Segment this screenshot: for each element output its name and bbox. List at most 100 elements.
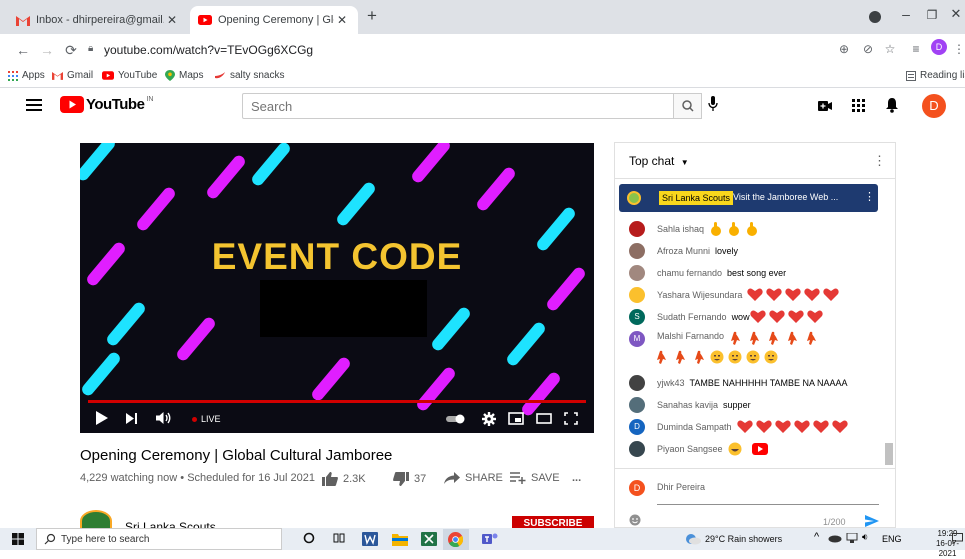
- apps-grid-icon[interactable]: [852, 99, 865, 112]
- youtube-play-logo-icon: [60, 96, 84, 113]
- account-avatar[interactable]: D: [922, 94, 946, 118]
- file-explorer-icon[interactable]: [392, 532, 408, 546]
- close-tab-icon[interactable]: ✕: [334, 13, 350, 27]
- theater-mode-icon[interactable]: [536, 413, 552, 424]
- chat-scrollbar[interactable]: [885, 443, 893, 465]
- chevron-up-icon[interactable]: ^: [814, 531, 819, 543]
- tab-title: Inbox - dhirpereira@gmail.com -: [36, 14, 164, 26]
- chrome-taskbar-button[interactable]: [443, 529, 469, 550]
- chat-avatar: [629, 397, 645, 413]
- weather-text[interactable]: 29°C Rain showers: [705, 534, 782, 544]
- task-view-icon[interactable]: [333, 532, 345, 544]
- decorative-stripe: [504, 320, 548, 368]
- channel-row: Sri Lanka Scouts SUBSCRIBE: [80, 510, 600, 534]
- word-icon[interactable]: [362, 532, 378, 546]
- bookmark-label: Gmail: [67, 70, 94, 81]
- chat-message: D Duminda Sampath: [629, 419, 879, 435]
- heart-emoji-icon: [747, 288, 843, 302]
- taskbar-search[interactable]: Type here to search: [36, 528, 282, 550]
- notification-center-icon[interactable]: [952, 533, 963, 544]
- live-label: LIVE: [201, 414, 221, 424]
- reading-mode-icon[interactable]: ≡: [908, 42, 924, 56]
- minimize-button[interactable]: –: [896, 6, 916, 22]
- bookmark-star-icon[interactable]: ☆: [882, 42, 898, 56]
- bookmark-gmail[interactable]: Gmail: [52, 70, 93, 81]
- chat-avatar: S: [629, 309, 645, 325]
- chat-input[interactable]: [657, 504, 879, 505]
- volume-icon[interactable]: [156, 411, 172, 425]
- onedrive-icon[interactable]: [828, 533, 842, 543]
- bookmark-salty-snacks[interactable]: salty snacks: [214, 70, 284, 81]
- pinned-text: Visit the Jamboree Web ...: [733, 192, 839, 202]
- close-tab-icon[interactable]: ✕: [164, 13, 180, 27]
- bookmark-maps[interactable]: Maps: [165, 70, 203, 81]
- cortana-icon[interactable]: [303, 532, 315, 544]
- next-icon[interactable]: [126, 413, 138, 424]
- miniplayer-icon[interactable]: [508, 412, 524, 425]
- address-bar[interactable]: 🔒︎ youtube.com/watch?v=TEvOGg6XCGg: [88, 38, 825, 62]
- share-button[interactable]: SHARE: [444, 472, 503, 484]
- install-icon[interactable]: ⊕: [836, 42, 852, 56]
- pinned-menu-icon[interactable]: ⋮: [864, 190, 875, 203]
- hamburger-menu-icon[interactable]: [26, 99, 42, 111]
- like-button[interactable]: 2.3K: [322, 472, 366, 486]
- create-video-icon[interactable]: [818, 101, 832, 111]
- language-indicator[interactable]: ENG: [882, 534, 902, 544]
- notifications-bell-icon[interactable]: [886, 98, 898, 113]
- decorative-stripe: [80, 143, 118, 183]
- media-control-icon[interactable]: [869, 11, 881, 23]
- new-tab-button[interactable]: +: [362, 6, 382, 26]
- chat-menu-icon[interactable]: ⋮: [873, 153, 886, 169]
- chat-message: chamu fernando best song ever: [629, 265, 879, 281]
- settings-gear-icon[interactable]: [482, 412, 496, 426]
- progress-bar[interactable]: [88, 400, 586, 403]
- autoplay-toggle-icon[interactable]: [446, 414, 466, 424]
- tab-gmail[interactable]: Inbox - dhirpereira@gmail.com - ✕: [8, 6, 188, 34]
- search-input[interactable]: [243, 94, 673, 118]
- reload-button[interactable]: ⟳: [62, 42, 80, 59]
- dislike-button[interactable]: 37: [393, 472, 426, 486]
- microphone-icon[interactable]: [708, 96, 718, 112]
- tab-youtube[interactable]: Opening Ceremony | Global Cultu ✕: [190, 6, 358, 34]
- decorative-stripe: [409, 143, 453, 185]
- send-icon[interactable]: [865, 515, 879, 527]
- video-player[interactable]: EVENT CODE LIVE: [80, 143, 594, 433]
- tracking-icon[interactable]: ⊘: [860, 42, 876, 56]
- search-button[interactable]: [674, 93, 702, 119]
- save-button[interactable]: SAVE: [510, 472, 560, 484]
- youtube-header: YouTube IN D: [0, 88, 965, 124]
- pinned-avatar: [627, 191, 641, 205]
- search-box: [242, 93, 674, 119]
- restore-button[interactable]: ❐: [922, 8, 942, 22]
- subscribe-button[interactable]: SUBSCRIBE: [512, 516, 594, 528]
- chat-message: yjwk43 TAMBE NAHHHHH TAMBE NA NAAAA: [629, 375, 879, 391]
- chat-avatar: [629, 375, 645, 391]
- fullscreen-icon[interactable]: [564, 412, 578, 425]
- reading-list-button[interactable]: Reading lis: [906, 70, 965, 81]
- play-icon[interactable]: [96, 411, 108, 425]
- youtube-logo[interactable]: YouTube IN: [60, 96, 153, 113]
- volume-icon[interactable]: 🔉︎: [862, 532, 868, 543]
- more-actions-button[interactable]: ...: [572, 472, 581, 484]
- menu-icon[interactable]: ⋮: [951, 42, 965, 56]
- pinned-message[interactable]: Sri Lanka Scouts Visit the Jamboree Web …: [619, 184, 878, 212]
- chat-author: Sahla ishaq: [657, 224, 705, 234]
- emoji-picker-icon[interactable]: [629, 514, 641, 526]
- windows-start-icon[interactable]: [12, 533, 24, 545]
- search-icon: [44, 533, 56, 545]
- back-button[interactable]: ←: [14, 42, 32, 58]
- pinned-author-badge: Sri Lanka Scouts: [659, 191, 734, 205]
- network-icon[interactable]: [846, 533, 858, 543]
- excel-icon[interactable]: [421, 532, 437, 546]
- forward-button[interactable]: →: [38, 42, 56, 58]
- save-label: SAVE: [531, 472, 560, 484]
- bookmark-apps[interactable]: Apps: [8, 70, 45, 81]
- chat-mode-dropdown[interactable]: Top chat ▼: [629, 154, 689, 168]
- chrome-icon: [448, 532, 463, 547]
- profile-avatar[interactable]: D: [931, 39, 947, 55]
- chat-message: Piyaon Sangsee: [629, 441, 879, 457]
- live-badge[interactable]: LIVE: [192, 414, 221, 424]
- teams-icon[interactable]: [482, 532, 498, 546]
- bookmark-youtube[interactable]: YouTube: [102, 70, 157, 81]
- close-window-button[interactable]: ✕: [946, 6, 965, 22]
